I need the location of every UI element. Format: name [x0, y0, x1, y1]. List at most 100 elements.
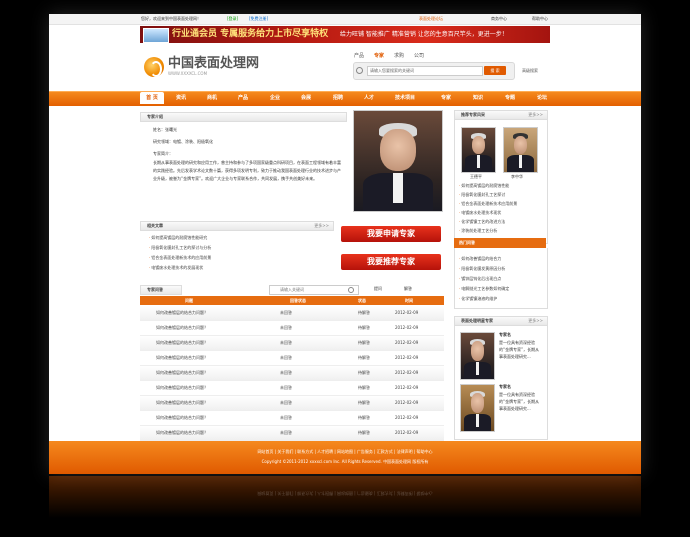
table-row[interactable]: 如何改善镀层的结合力问题？ 未回答 待解答 2012-02-09 [140, 306, 444, 321]
logo-icon[interactable] [144, 57, 164, 77]
apply-expert-button[interactable]: 我要申请专家 [341, 226, 441, 242]
nav-item-topics[interactable]: 专题 [505, 95, 515, 101]
nav-item-tech-projects[interactable]: 技术项目 [395, 95, 415, 101]
expert-thumb[interactable] [503, 127, 538, 173]
nav-item-knowledge[interactable]: 知识 [473, 95, 483, 101]
star-experts-header: 表面处理明星专家 更多>> [454, 316, 548, 326]
related-more-link[interactable]: 更多>> [314, 223, 329, 229]
table-row[interactable]: 如何改善镀层的结合力问题？ 未回答 待解答 2012-02-09 [140, 366, 444, 381]
star-expert-desc: 是一位具有资深经验的“金牌专家”，长期从事表面处理研究... [499, 392, 540, 411]
star-expert-desc: 是一位具有资深经验的“金牌专家”，长期从事表面处理研究... [499, 340, 540, 359]
nav-item-forum[interactable]: 论坛 [537, 95, 547, 101]
star-expert-name[interactable]: 专家名 [499, 384, 511, 390]
nav-item-exhibitions[interactable]: 会展 [301, 95, 311, 101]
footer: 网站首页 | 关于我们 | 联系方式 | 人才招聘 | 网站地图 | 广告服务 … [49, 441, 641, 474]
list-item[interactable]: 铝合金表面处理新技术应用前景 [459, 201, 545, 207]
top-bar: 您好，欢迎来到中国表面处理网！ [登录] [免费注册] 表面处理论坛 商务中心 … [49, 14, 641, 25]
site-frame: 您好，欢迎来到中国表面处理网！ [登录] [免费注册] 表面处理论坛 商务中心 … [49, 14, 641, 474]
expert-field: 研究领域：电镀、涂装、阳极氧化 [153, 139, 213, 144]
hot-qa-header: 热门问答 [454, 238, 546, 248]
ad-banner[interactable]: 行业通会员 专属服务给力上市尽享特权 给力旺铺 智能推广 精准营销 让您的生意百… [140, 26, 550, 43]
page-reflection: 网站首页 | 关于我们 | 联系方式 | 人才招聘 | 网站地图 | 广告服务 … [49, 476, 641, 536]
recommend-experts-list: 如何提高镀层的耐腐蚀性能 阳极氧化膜封孔工艺探讨 铝合金表面处理新技术应用前景 … [459, 183, 545, 234]
register-link[interactable]: [免费注册] [249, 16, 268, 22]
list-item[interactable]: 阳极氧化膜发黄原因分析 [459, 266, 545, 272]
qa-answer-tab[interactable]: 解答 [404, 286, 412, 292]
banner-subline: 给力旺铺 智能推广 精准营销 让您的生意百尺竿头，更进一步！ [340, 31, 508, 38]
table-row[interactable]: 如何改善镀层的结合力问题？ 未回答 待解答 2012-02-09 [140, 336, 444, 351]
banner-headline: 行业通会员 专属服务给力上市尽享特权 [172, 29, 329, 39]
footer-links[interactable]: 网站首页 | 关于我们 | 联系方式 | 人才招聘 | 网站地图 | 广告服务 … [49, 449, 641, 455]
nav-item-jobs[interactable]: 招聘 [333, 95, 343, 101]
search-button[interactable]: 搜 索 [484, 66, 506, 75]
search-tab-product[interactable]: 产品 [354, 53, 364, 59]
list-item[interactable]: 如何改善镀层的结合力 [459, 256, 545, 262]
list-item[interactable]: 电解抛光工艺参数如何确定 [459, 286, 545, 292]
expert-intro-title: 专家介绍 [147, 114, 163, 119]
list-item[interactable]: 化学镀镍溶液的维护 [459, 296, 545, 302]
search-tab-buy[interactable]: 求购 [394, 53, 404, 59]
star-expert-name[interactable]: 专家名 [499, 332, 511, 338]
qa-search-input[interactable]: 请输入关键词 [269, 285, 359, 295]
expert-intro-header: 专家介绍 [140, 112, 347, 122]
col-question: 问题 [185, 298, 193, 303]
list-item[interactable]: 电镀废水处理技术的发展现状 [149, 265, 329, 271]
expert-thumb[interactable] [461, 127, 496, 173]
list-item[interactable]: 阳极氧化膜封孔工艺探讨 [459, 192, 545, 198]
list-item[interactable]: 铝合金表面处理新技术的应用前景 [149, 255, 329, 261]
star-more-link[interactable]: 更多>> [528, 318, 543, 324]
hot-qa-list: 如何改善镀层的结合力 阳极氧化膜发黄原因分析 镀锌层钝化后出现白点 电解抛光工艺… [459, 256, 545, 302]
logo-text[interactable]: 中国表面处理网 [168, 56, 259, 71]
recommend-experts-header: 推荐专家风采 更多>> [454, 110, 548, 120]
list-item[interactable]: 涂装前处理工艺分析 [459, 228, 545, 234]
search-input[interactable]: 请输入您要搜索的关键词 [367, 66, 483, 76]
nav-item-talent[interactable]: 人才 [364, 95, 374, 101]
table-row[interactable]: 如何改善镀层的结合力问题？ 未回答 待解答 2012-02-09 [140, 381, 444, 396]
search-tab-expert[interactable]: 专家 [374, 53, 384, 59]
recommend-expert-button[interactable]: 我要推荐专家 [341, 254, 441, 270]
forum-link[interactable]: 表面处理论坛 [419, 16, 443, 22]
star-experts-title: 表面处理明星专家 [461, 318, 493, 323]
table-row[interactable]: 如何改善镀层的结合力问题？ 未回答 待解答 2012-02-09 [140, 321, 444, 336]
business-center-link[interactable]: 商务中心 [491, 16, 507, 22]
star-expert-photo[interactable] [460, 332, 495, 380]
advanced-search-link[interactable]: 高级搜索 [522, 68, 538, 74]
qa-tab[interactable]: 专家问答 [140, 285, 182, 295]
star-expert-photo[interactable] [460, 384, 495, 432]
login-link[interactable]: [登录] [227, 16, 238, 22]
list-item[interactable]: 阳极氧化膜封孔工艺的探讨与分析 [149, 245, 329, 251]
recommend-more-link[interactable]: 更多>> [528, 112, 543, 118]
list-item[interactable]: 电镀废水处理技术现状 [459, 210, 545, 216]
search-tab-company[interactable]: 公司 [414, 53, 424, 59]
related-articles-list: 如何提高镀层的耐腐蚀性能研究 阳极氧化膜封孔工艺的探讨与分析 铝合金表面处理新技… [149, 235, 329, 271]
nav-item-companies[interactable]: 企业 [270, 95, 280, 101]
expert-thumb-name[interactable]: 李中华 [511, 174, 523, 180]
main-nav [49, 91, 641, 106]
list-item[interactable]: 如何提高镀层的耐腐蚀性能 [459, 183, 545, 189]
table-row[interactable]: 如何改善镀层的结合力问题？ 未回答 待解答 2012-02-09 [140, 426, 444, 441]
list-item[interactable]: 化学镀镍工艺的改进方法 [459, 219, 545, 225]
expert-intro-label: 专家简介： [153, 151, 173, 156]
expert-photo[interactable] [353, 110, 443, 212]
related-articles-title: 相关文章 [147, 223, 163, 228]
search-icon [348, 287, 354, 293]
nav-item-home[interactable]: 首 页 [140, 92, 164, 104]
nav-item-experts[interactable]: 专家 [441, 95, 451, 101]
nav-item-news[interactable]: 资讯 [176, 95, 186, 101]
list-item[interactable]: 如何提高镀层的耐腐蚀性能研究 [149, 235, 329, 241]
welcome-text: 您好，欢迎来到中国表面处理网！ [141, 16, 201, 21]
footer-copyright: Copyright ©2011-2012 xxxxcl.com Inc. All… [261, 459, 429, 464]
help-center-link[interactable]: 帮助中心 [532, 16, 548, 22]
nav-item-products[interactable]: 产品 [238, 95, 248, 101]
table-row[interactable]: 如何改善镀层的结合力问题？ 未回答 待解答 2012-02-09 [140, 351, 444, 366]
col-answer-status: 回答状态 [290, 298, 306, 303]
logo-url: WWW.XXXXCL.COM [168, 71, 208, 76]
nav-item-business[interactable]: 商机 [207, 95, 217, 101]
list-item[interactable]: 镀锌层钝化后出现白点 [459, 276, 545, 282]
table-row[interactable]: 如何改善镀层的结合力问题？ 未回答 待解答 2012-02-09 [140, 396, 444, 411]
qa-table-header: 问题 回答状态 状态 时间 [140, 296, 444, 305]
qa-ask-tab[interactable]: 提问 [374, 286, 382, 292]
table-row[interactable]: 如何改善镀层的结合力问题？ 未回答 待解答 2012-02-09 [140, 411, 444, 426]
expert-thumb-name[interactable]: 王德平 [470, 174, 482, 180]
recommend-experts-title: 推荐专家风采 [461, 112, 485, 117]
